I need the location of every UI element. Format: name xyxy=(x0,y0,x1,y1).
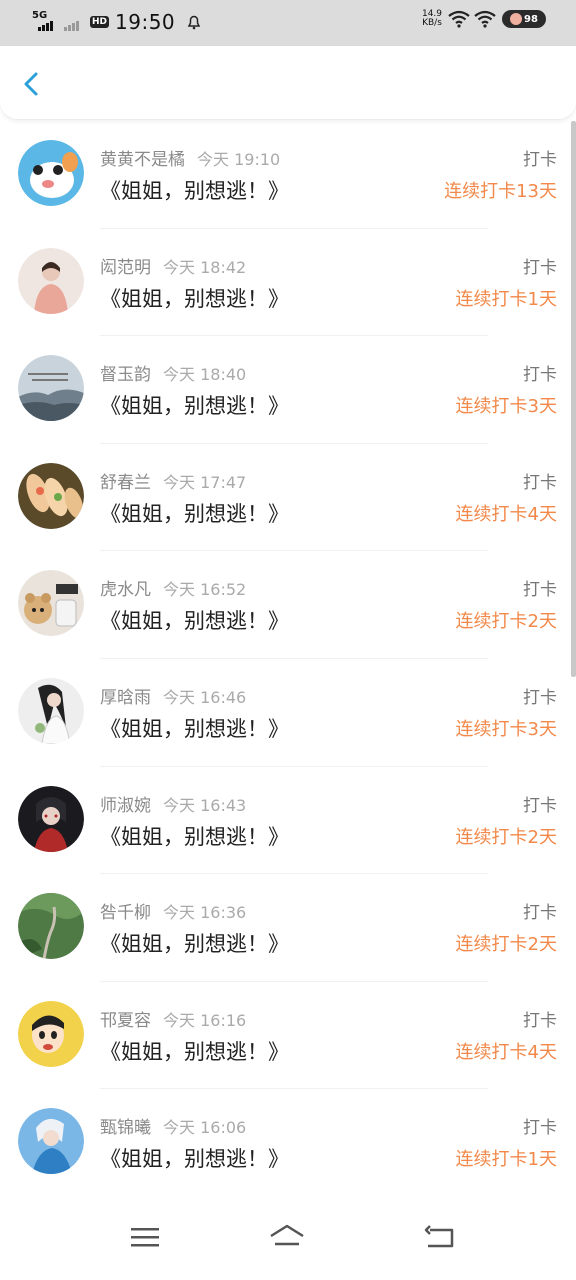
user-name[interactable]: 厚晗雨 xyxy=(100,688,151,708)
post-time: 今天 18:40 xyxy=(163,365,247,385)
user-avatar[interactable] xyxy=(18,893,84,960)
user-name[interactable]: 黄黄不是橘 xyxy=(100,150,185,170)
cellular-signal-icon: 5G xyxy=(32,11,54,33)
streak-text: 连续打卡4天 xyxy=(455,503,557,525)
battery-icon: 98 xyxy=(502,10,546,28)
wifi-icon-2 xyxy=(474,10,496,28)
user-name[interactable]: 闳范明 xyxy=(100,258,151,278)
checkin-label: 打卡 xyxy=(523,365,557,386)
user-avatar[interactable] xyxy=(18,355,84,422)
hd-badge: HD xyxy=(90,16,110,28)
user-name[interactable]: 邗夏容 xyxy=(100,1011,151,1031)
post-time: 今天 16:43 xyxy=(163,795,247,815)
checkin-label: 打卡 xyxy=(523,580,557,601)
post-time: 今天 17:47 xyxy=(163,472,247,492)
list-item[interactable]: 甄锦曦 今天 16:06 《姐姐，别想逃！》 打卡 连续打卡1天 xyxy=(0,1089,576,1197)
checkin-label: 打卡 xyxy=(523,472,557,493)
post-time: 今天 16:06 xyxy=(163,1118,247,1138)
home-icon[interactable] xyxy=(269,1222,305,1252)
post-time: 今天 16:52 xyxy=(163,580,247,600)
list-item[interactable]: 舒春兰 今天 17:47 《姐姐，别想逃！》 打卡 连续打卡4天 xyxy=(0,444,576,552)
streak-text: 连续打卡2天 xyxy=(455,611,557,633)
post-time: 今天 16:46 xyxy=(163,687,247,707)
list-item[interactable]: 邗夏容 今天 16:16 《姐姐，别想逃！》 打卡 连续打卡4天 xyxy=(0,982,576,1090)
book-title[interactable]: 《姐姐，别想逃！》 xyxy=(100,821,289,851)
user-avatar[interactable] xyxy=(18,677,84,744)
status-bar: 5G HD 19:50 14.9 KB/s 98 xyxy=(0,0,576,46)
notification-icon xyxy=(187,15,201,30)
status-time: 19:50 xyxy=(115,10,176,34)
book-title[interactable]: 《姐姐，别想逃！》 xyxy=(100,605,289,635)
streak-text: 连续打卡3天 xyxy=(455,396,557,418)
user-avatar[interactable] xyxy=(18,570,84,637)
checkin-label: 打卡 xyxy=(523,1118,557,1139)
streak-text: 连续打卡2天 xyxy=(455,826,557,848)
post-time: 今天 19:10 xyxy=(197,150,281,169)
book-title[interactable]: 《姐姐，别想逃！》 xyxy=(100,175,289,205)
menu-icon[interactable] xyxy=(127,1222,163,1252)
streak-text: 连续打卡1天 xyxy=(455,288,557,310)
user-name[interactable]: 虎水凡 xyxy=(100,580,151,600)
book-title[interactable]: 《姐姐，别想逃！》 xyxy=(100,498,289,528)
user-avatar[interactable] xyxy=(18,1108,84,1175)
user-avatar[interactable] xyxy=(18,462,84,529)
user-name[interactable]: 咎千柳 xyxy=(100,903,151,923)
user-name[interactable]: 甄锦曦 xyxy=(100,1118,151,1138)
checkin-label: 打卡 xyxy=(523,687,557,708)
network-speed: 14.9 KB/s xyxy=(421,9,443,28)
user-avatar[interactable] xyxy=(18,1000,84,1067)
wifi-icon xyxy=(448,10,470,28)
book-title[interactable]: 《姐姐，别想逃！》 xyxy=(100,390,289,420)
checkin-label: 打卡 xyxy=(523,795,557,816)
user-name[interactable]: 师淑婉 xyxy=(100,796,151,816)
user-name[interactable]: 舒春兰 xyxy=(100,473,151,493)
checkin-label: 打卡 xyxy=(523,903,557,924)
list-item[interactable]: 厚晗雨 今天 16:46 《姐姐，别想逃！》 打卡 连续打卡3天 xyxy=(0,659,576,767)
secondary-signal-icon xyxy=(64,11,86,33)
post-time: 今天 18:42 xyxy=(163,257,247,277)
user-avatar[interactable] xyxy=(18,140,84,206)
streak-text: 连续打卡1天 xyxy=(455,1149,557,1171)
streak-text: 连续打卡4天 xyxy=(455,1041,557,1063)
checkin-label: 打卡 xyxy=(523,257,557,278)
user-avatar[interactable] xyxy=(18,247,84,314)
book-title[interactable]: 《姐姐，别想逃！》 xyxy=(100,928,289,958)
list-item[interactable]: 虎水凡 今天 16:52 《姐姐，别想逃！》 打卡 连续打卡2天 xyxy=(0,551,576,659)
back-arrow-icon[interactable] xyxy=(18,68,46,100)
system-nav-bar xyxy=(0,1194,576,1280)
page-header xyxy=(0,46,576,120)
scrollbar[interactable] xyxy=(571,121,576,677)
network-label: 5G xyxy=(32,10,48,21)
streak-text: 连续打卡3天 xyxy=(455,718,557,740)
user-name[interactable]: 督玉韵 xyxy=(100,365,151,385)
checkin-label: 打卡 xyxy=(523,1010,557,1031)
list-item[interactable]: 黄黄不是橘 今天 19:10 《姐姐，别想逃！》 打卡 连续打卡13天 xyxy=(0,121,576,229)
battery-level: 98 xyxy=(524,13,538,25)
book-title[interactable]: 《姐姐，别想逃！》 xyxy=(100,283,289,313)
book-title[interactable]: 《姐姐，别想逃！》 xyxy=(100,713,289,743)
streak-text: 连续打卡13天 xyxy=(444,181,557,202)
streak-text: 连续打卡2天 xyxy=(455,934,557,956)
user-avatar[interactable] xyxy=(18,785,84,852)
checkin-label: 打卡 xyxy=(523,150,557,170)
book-title[interactable]: 《姐姐，别想逃！》 xyxy=(100,1036,289,1066)
list-item[interactable]: 督玉韵 今天 18:40 《姐姐，别想逃！》 打卡 连续打卡3天 xyxy=(0,336,576,444)
book-title[interactable]: 《姐姐，别想逃！》 xyxy=(100,1143,289,1173)
list-item[interactable]: 咎千柳 今天 16:36 《姐姐，别想逃！》 打卡 连续打卡2天 xyxy=(0,874,576,982)
list-item[interactable]: 师淑婉 今天 16:43 《姐姐，别想逃！》 打卡 连续打卡2天 xyxy=(0,767,576,875)
post-time: 今天 16:16 xyxy=(163,1010,247,1030)
back-icon[interactable] xyxy=(422,1222,458,1252)
checkin-list: 黄黄不是橘 今天 19:10 《姐姐，别想逃！》 打卡 连续打卡13天 闳范明 今天… xyxy=(0,121,576,1197)
post-time: 今天 16:36 xyxy=(163,903,247,923)
list-item[interactable]: 闳范明 今天 18:42 《姐姐，别想逃！》 打卡 连续打卡1天 xyxy=(0,229,576,337)
